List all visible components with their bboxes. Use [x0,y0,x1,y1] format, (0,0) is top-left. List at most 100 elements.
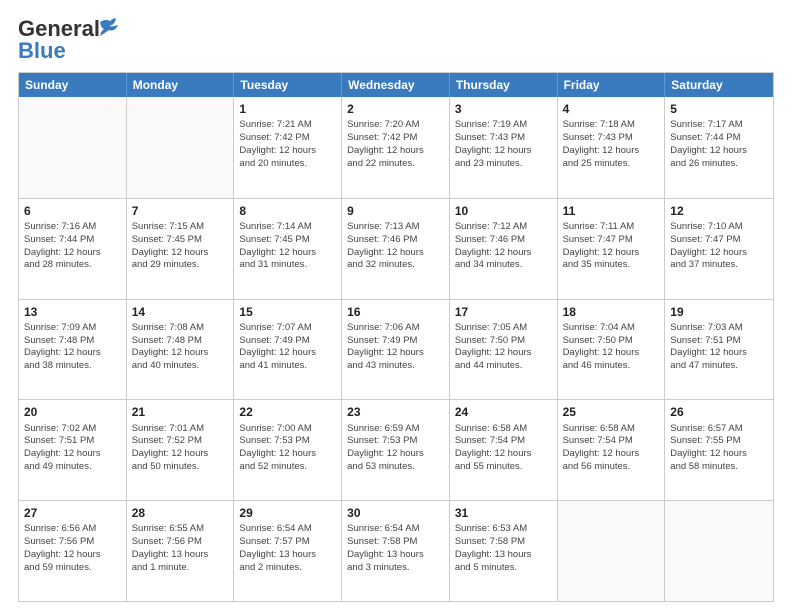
cell-daylight-info: Sunrise: 6:58 AM Sunset: 7:54 PM Dayligh… [563,423,660,474]
calendar-cell-day-21: 21Sunrise: 7:01 AM Sunset: 7:52 PM Dayli… [127,400,235,500]
day-number: 25 [563,404,660,420]
calendar-cell-day-11: 11 Sunrise: 7:11 AM Sunset: 7:47 PM Dayli… [558,199,666,299]
cell-daylight-info: Sunrise: 7:05 AM Sunset: 7:50 PM Dayligh… [455,322,552,373]
day-number: 5 [670,101,768,117]
cell-daylight-info: Sunrise: 7:19 AM Sunset: 7:43 PM Dayligh… [455,119,552,170]
calendar-cell-empty [558,501,666,601]
calendar-cell-day-17: 17 Sunrise: 7:05 AM Sunset: 7:50 PM Dayli… [450,300,558,400]
logo: General Blue [18,18,122,62]
calendar-cell-day-9: 9 Sunrise: 7:13 AM Sunset: 7:46 PM Daylig… [342,199,450,299]
header: General Blue [18,18,774,62]
cell-daylight-info: Sunrise: 7:01 AM Sunset: 7:52 PM Dayligh… [132,423,229,474]
calendar-row: 20 Sunrise: 7:02 AM Sunset: 7:51 PM Dayli… [19,399,773,500]
calendar: SundayMondayTuesdayWednesdayThursdayFrid… [18,72,774,602]
calendar-cell-day-18: 18 Sunrise: 7:04 AM Sunset: 7:50 PM Dayli… [558,300,666,400]
calendar-cell-day-3: 3 Sunrise: 7:19 AM Sunset: 7:43 PM Daylig… [450,97,558,198]
cell-daylight-info: Sunrise: 7:00 AM Sunset: 7:53 PM Dayligh… [239,423,336,474]
cell-daylight-info: Sunrise: 7:06 AM Sunset: 7:49 PM Dayligh… [347,322,444,373]
day-number: 19 [670,304,768,320]
calendar-cell-day-14: 14 Sunrise: 7:08 AM Sunset: 7:48 PM Dayli… [127,300,235,400]
calendar-row: 6Sunrise: 7:16 AM Sunset: 7:44 PM Daylig… [19,198,773,299]
day-number: 26 [670,404,768,420]
calendar-cell-day-31: 31 Sunrise: 6:53 AM Sunset: 7:58 PM Dayli… [450,501,558,601]
calendar-cell-day-22: 22 Sunrise: 7:00 AM Sunset: 7:53 PM Dayli… [234,400,342,500]
calendar-cell-day-5: 5 Sunrise: 7:17 AM Sunset: 7:44 PM Daylig… [665,97,773,198]
calendar-cell-day-29: 29Sunrise: 6:54 AM Sunset: 7:57 PM Dayli… [234,501,342,601]
calendar-cell-day-7: 7 Sunrise: 7:15 AM Sunset: 7:45 PM Daylig… [127,199,235,299]
calendar-cell-day-27: 27 Sunrise: 6:56 AM Sunset: 7:56 PM Dayli… [19,501,127,601]
calendar-cell-empty [127,97,235,198]
cell-daylight-info: Sunrise: 7:21 AM Sunset: 7:42 PM Dayligh… [239,119,336,170]
day-number: 29 [239,505,336,521]
cell-daylight-info: Sunrise: 6:54 AM Sunset: 7:58 PM Dayligh… [347,523,444,574]
day-number: 18 [563,304,660,320]
day-number: 4 [563,101,660,117]
calendar-cell-day-2: 2 Sunrise: 7:20 AM Sunset: 7:42 PM Daylig… [342,97,450,198]
calendar-cell-day-24: 24Sunrise: 6:58 AM Sunset: 7:54 PM Dayli… [450,400,558,500]
calendar-cell-empty [19,97,127,198]
calendar-cell-day-8: 8Sunrise: 7:14 AM Sunset: 7:45 PM Daylig… [234,199,342,299]
weekday-header-saturday: Saturday [665,73,773,97]
weekday-header-wednesday: Wednesday [342,73,450,97]
day-number: 31 [455,505,552,521]
day-number: 3 [455,101,552,117]
calendar-cell-day-6: 6Sunrise: 7:16 AM Sunset: 7:44 PM Daylig… [19,199,127,299]
weekday-header-monday: Monday [127,73,235,97]
calendar-cell-day-12: 12Sunrise: 7:10 AM Sunset: 7:47 PM Dayli… [665,199,773,299]
calendar-cell-day-25: 25 Sunrise: 6:58 AM Sunset: 7:54 PM Dayli… [558,400,666,500]
day-number: 23 [347,404,444,420]
page: General Blue SundayMondayTuesdayWednesda… [0,0,792,612]
cell-daylight-info: Sunrise: 7:20 AM Sunset: 7:42 PM Dayligh… [347,119,444,170]
cell-daylight-info: Sunrise: 7:15 AM Sunset: 7:45 PM Dayligh… [132,221,229,272]
cell-daylight-info: Sunrise: 7:12 AM Sunset: 7:46 PM Dayligh… [455,221,552,272]
day-number: 30 [347,505,444,521]
cell-daylight-info: Sunrise: 6:57 AM Sunset: 7:55 PM Dayligh… [670,423,768,474]
cell-daylight-info: Sunrise: 6:59 AM Sunset: 7:53 PM Dayligh… [347,423,444,474]
day-number: 16 [347,304,444,320]
calendar-row: 13Sunrise: 7:09 AM Sunset: 7:48 PM Dayli… [19,299,773,400]
day-number: 2 [347,101,444,117]
day-number: 17 [455,304,552,320]
cell-daylight-info: Sunrise: 7:09 AM Sunset: 7:48 PM Dayligh… [24,322,121,373]
cell-daylight-info: Sunrise: 7:08 AM Sunset: 7:48 PM Dayligh… [132,322,229,373]
day-number: 9 [347,203,444,219]
cell-daylight-info: Sunrise: 6:55 AM Sunset: 7:56 PM Dayligh… [132,523,229,574]
weekday-header-thursday: Thursday [450,73,558,97]
calendar-cell-day-28: 28 Sunrise: 6:55 AM Sunset: 7:56 PM Dayli… [127,501,235,601]
cell-daylight-info: Sunrise: 7:02 AM Sunset: 7:51 PM Dayligh… [24,423,121,474]
cell-daylight-info: Sunrise: 6:53 AM Sunset: 7:58 PM Dayligh… [455,523,552,574]
day-number: 7 [132,203,229,219]
day-number: 11 [563,203,660,219]
weekday-header-friday: Friday [558,73,666,97]
cell-daylight-info: Sunrise: 7:11 AM Sunset: 7:47 PM Dayligh… [563,221,660,272]
day-number: 10 [455,203,552,219]
calendar-cell-day-10: 10 Sunrise: 7:12 AM Sunset: 7:46 PM Dayli… [450,199,558,299]
day-number: 8 [239,203,336,219]
day-number: 28 [132,505,229,521]
day-number: 15 [239,304,336,320]
cell-daylight-info: Sunrise: 7:13 AM Sunset: 7:46 PM Dayligh… [347,221,444,272]
cell-daylight-info: Sunrise: 6:56 AM Sunset: 7:56 PM Dayligh… [24,523,121,574]
calendar-cell-day-30: 30 Sunrise: 6:54 AM Sunset: 7:58 PM Dayli… [342,501,450,601]
cell-daylight-info: Sunrise: 7:17 AM Sunset: 7:44 PM Dayligh… [670,119,768,170]
calendar-cell-day-20: 20 Sunrise: 7:02 AM Sunset: 7:51 PM Dayli… [19,400,127,500]
day-number: 22 [239,404,336,420]
cell-daylight-info: Sunrise: 7:04 AM Sunset: 7:50 PM Dayligh… [563,322,660,373]
calendar-cell-day-16: 16 Sunrise: 7:06 AM Sunset: 7:49 PM Dayli… [342,300,450,400]
day-number: 1 [239,101,336,117]
calendar-row: 1 Sunrise: 7:21 AM Sunset: 7:42 PM Daylig… [19,97,773,198]
day-number: 27 [24,505,121,521]
day-number: 20 [24,404,121,420]
cell-daylight-info: Sunrise: 7:03 AM Sunset: 7:51 PM Dayligh… [670,322,768,373]
calendar-row: 27 Sunrise: 6:56 AM Sunset: 7:56 PM Dayli… [19,500,773,601]
weekday-header-tuesday: Tuesday [234,73,342,97]
calendar-cell-day-19: 19 Sunrise: 7:03 AM Sunset: 7:51 PM Dayli… [665,300,773,400]
calendar-body: 1 Sunrise: 7:21 AM Sunset: 7:42 PM Daylig… [19,97,773,601]
calendar-cell-day-4: 4Sunrise: 7:18 AM Sunset: 7:43 PM Daylig… [558,97,666,198]
calendar-cell-day-1: 1 Sunrise: 7:21 AM Sunset: 7:42 PM Daylig… [234,97,342,198]
calendar-cell-day-15: 15Sunrise: 7:07 AM Sunset: 7:49 PM Dayli… [234,300,342,400]
day-number: 12 [670,203,768,219]
logo-blue: Blue [18,38,66,63]
day-number: 14 [132,304,229,320]
logo-bird-icon [96,18,122,38]
